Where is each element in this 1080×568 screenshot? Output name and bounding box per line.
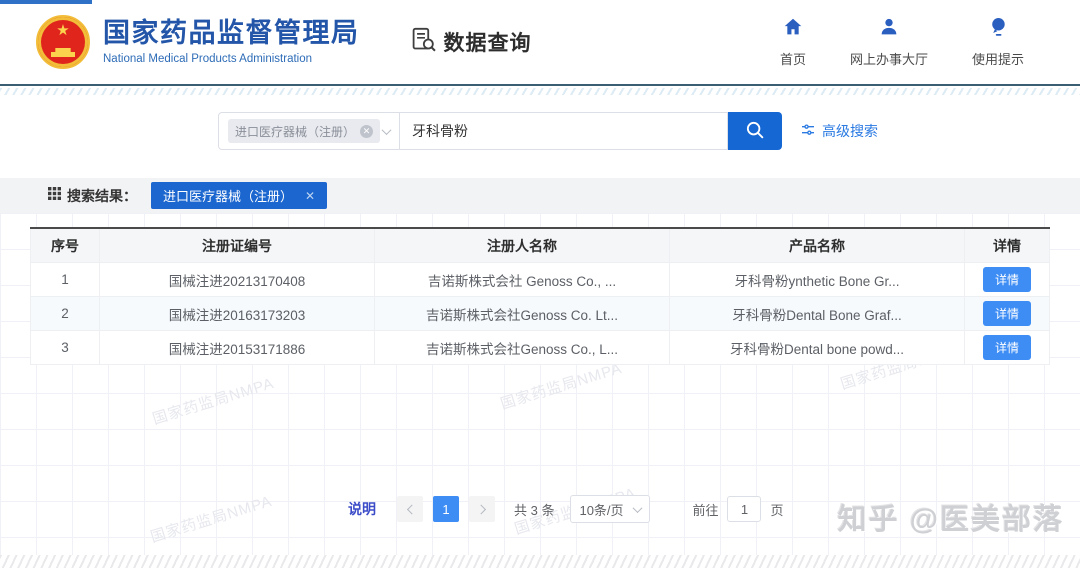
emblem-gate-icon: [51, 48, 75, 57]
search-icon: [744, 119, 766, 144]
active-filter-tag[interactable]: 进口医疗器械（注册） ✕: [151, 182, 328, 209]
active-filter-tag-label: 进口医疗器械（注册）: [163, 189, 294, 204]
cell-product: 牙科骨粉Dental Bone Graf...: [670, 297, 965, 331]
results-table: 序号 注册证编号 注册人名称 产品名称 详情 1 国械注进20213170408…: [30, 227, 1050, 365]
search-input[interactable]: [400, 112, 728, 150]
column-header-registrant: 注册人名称: [375, 229, 670, 263]
current-page-button[interactable]: 1: [433, 496, 459, 522]
cell-product: 牙科骨粉Dental bone powd...: [670, 331, 965, 365]
advanced-search-link[interactable]: 高级搜索: [800, 121, 878, 141]
chevron-right-icon: [475, 504, 486, 514]
page-size-value: 10条/页: [579, 502, 624, 518]
nav-item-service-hall[interactable]: 网上办事大厅: [850, 16, 928, 68]
brand-subtitle: National Medical Products Administration: [103, 52, 313, 65]
next-page-button[interactable]: [469, 496, 495, 522]
goto-unit-label: 页: [770, 502, 784, 518]
note-link[interactable]: 说明: [348, 499, 376, 519]
goto-page-input[interactable]: [727, 496, 762, 522]
user-icon: [878, 16, 900, 43]
advanced-search-label: 高级搜索: [822, 123, 878, 139]
chevron-left-icon: [406, 504, 417, 514]
cell-no: 1: [30, 263, 100, 297]
cell-registrant: 吉诺斯株式会社Genoss Co. Lt...: [375, 297, 670, 331]
cell-registrant: 吉诺斯株式会社Genoss Co., L...: [375, 331, 670, 365]
cell-product: 牙科骨粉ynthetic Bone Gr...: [670, 263, 965, 297]
column-header-detail: 详情: [965, 229, 1050, 263]
total-count-label: 共 3 条: [514, 502, 555, 518]
detail-button[interactable]: 详情: [982, 335, 1031, 360]
category-tag-close-icon[interactable]: ✕: [360, 124, 374, 138]
category-select[interactable]: 进口医疗器械（注册） ✕: [218, 112, 400, 150]
doc-search-icon: [410, 26, 437, 58]
brand-title: 国家药品监督管理局: [103, 18, 360, 49]
brand-block: 国家药品监督管理局 National Medical Products Admi…: [103, 18, 360, 65]
page-size-select[interactable]: 10条/页: [570, 495, 651, 523]
nav-item-home[interactable]: 首页: [780, 16, 806, 68]
cell-cert: 国械注进20153171886: [100, 331, 375, 365]
search-button[interactable]: [728, 112, 782, 150]
column-header-cert: 注册证编号: [100, 229, 375, 263]
search-bar: 进口医疗器械（注册） ✕ 高级搜索: [218, 112, 878, 150]
cell-detail: 详情: [965, 297, 1050, 331]
goto-page-group: 前往 页: [692, 496, 784, 522]
tip-balloon-icon: [987, 16, 1009, 43]
cell-cert: 国械注进20213170408: [100, 263, 375, 297]
home-icon: [782, 16, 804, 43]
column-header-no: 序号: [30, 229, 100, 263]
results-label: 搜索结果：: [67, 187, 137, 204]
cell-detail: 详情: [965, 331, 1050, 365]
prev-page-button[interactable]: [397, 496, 423, 522]
category-tag: 进口医疗器械（注册） ✕: [228, 119, 381, 143]
emblem-star-icon: ★: [56, 22, 70, 39]
chevron-down-icon: [633, 502, 643, 513]
search-results-bar: 搜索结果： 进口医疗器械（注册） ✕: [0, 178, 1080, 213]
filter-tag-close-icon[interactable]: ✕: [305, 189, 315, 203]
header: ★ 国家药品监督管理局 National Medical Products Ad…: [0, 0, 1080, 86]
app-title: 数据查询: [410, 26, 532, 58]
detail-button[interactable]: 详情: [982, 267, 1031, 292]
cell-registrant: 吉诺斯株式会社 Genoss Co., ...: [375, 263, 670, 297]
page-title: 数据查询: [443, 32, 532, 55]
national-emblem-logo: ★: [36, 15, 90, 69]
nav-label-tips: 使用提示: [971, 52, 1024, 67]
cell-no: 2: [30, 297, 100, 331]
column-header-product: 产品名称: [670, 229, 965, 263]
grid-icon: [48, 186, 61, 205]
nav-item-tips[interactable]: 使用提示: [972, 16, 1024, 68]
nav-label-home: 首页: [779, 52, 806, 67]
table-header-row: 序号 注册证编号 注册人名称 产品名称 详情: [30, 229, 1050, 263]
cell-cert: 国械注进20163173203: [100, 297, 375, 331]
header-nav: 首页 网上办事大厅 使用提示: [780, 16, 1024, 68]
cell-detail: 详情: [965, 263, 1050, 297]
pagination: 说明 1 共 3 条 10条/页 前往 页: [348, 495, 784, 523]
goto-label: 前往: [692, 502, 719, 518]
category-tag-label: 进口医疗器械（注册）: [235, 124, 356, 139]
table-row: 3 国械注进20153171886 吉诺斯株式会社Genoss Co., L..…: [30, 331, 1050, 365]
cell-no: 3: [30, 331, 100, 365]
nav-label-service-hall: 网上办事大厅: [849, 52, 928, 67]
table-row: 2 国械注进20163173203 吉诺斯株式会社Genoss Co. Lt..…: [30, 297, 1050, 331]
filter-sliders-icon: [800, 122, 816, 141]
zhihu-site-watermark: 知乎 @医美部落: [837, 504, 1064, 536]
chevron-down-icon: [381, 122, 392, 140]
footer-hatch-strip: [0, 555, 1080, 568]
top-accent-bar: [0, 0, 92, 4]
table-row: 1 国械注进20213170408 吉诺斯株式会社 Genoss Co., ..…: [30, 263, 1050, 297]
detail-button[interactable]: 详情: [982, 301, 1031, 326]
header-divider-hatch: [0, 88, 1080, 95]
